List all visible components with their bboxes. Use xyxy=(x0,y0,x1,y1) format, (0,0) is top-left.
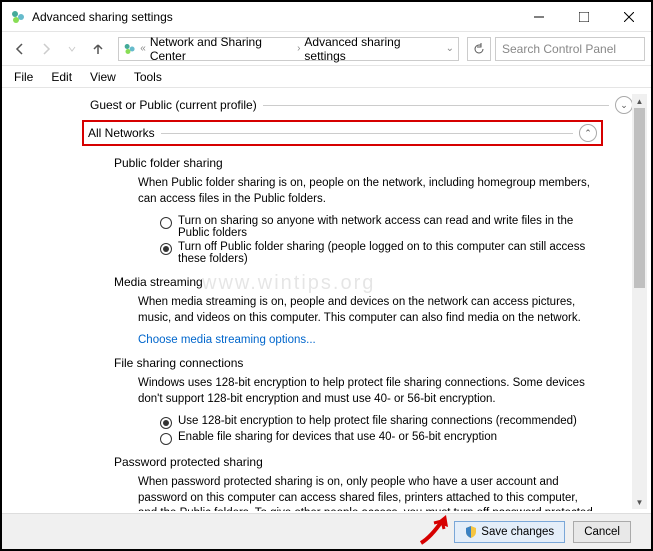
refresh-button[interactable] xyxy=(467,37,491,61)
scroll-down-icon[interactable]: ▼ xyxy=(632,495,647,509)
back-button[interactable] xyxy=(8,37,32,61)
breadcrumb-item[interactable]: Advanced sharing settings xyxy=(304,35,437,63)
breadcrumb-item[interactable]: Network and Sharing Center xyxy=(150,35,293,63)
file-sharing-connections-desc: Windows uses 128-bit encryption to help … xyxy=(138,376,593,407)
vertical-scrollbar[interactable]: ▲ ▼ xyxy=(632,94,647,509)
chevron-up-icon[interactable]: ⌃ xyxy=(579,124,597,142)
media-streaming-desc: When media streaming is on, people and d… xyxy=(138,295,593,326)
window-title: Advanced sharing settings xyxy=(32,10,516,24)
up-button[interactable] xyxy=(86,37,110,61)
radio-40-56bit[interactable]: Enable file sharing for devices that use… xyxy=(160,431,593,445)
save-changes-button[interactable]: Save changes xyxy=(454,521,565,543)
file-sharing-connections-heading: File sharing connections xyxy=(114,356,633,370)
scrollbar-thumb[interactable] xyxy=(634,108,645,288)
media-streaming-link[interactable]: Choose media streaming options... xyxy=(138,334,633,346)
media-streaming-heading: Media streaming xyxy=(114,275,633,289)
minimize-button[interactable] xyxy=(516,2,561,32)
radio-icon xyxy=(160,217,172,229)
control-panel-icon xyxy=(123,42,136,56)
close-button[interactable] xyxy=(606,2,651,32)
menu-file[interactable]: File xyxy=(6,68,41,86)
radio-icon xyxy=(160,433,172,445)
radio-selected-icon xyxy=(160,243,172,255)
radio-128bit[interactable]: Use 128-bit encryption to help protect f… xyxy=(160,415,593,429)
cancel-button[interactable]: Cancel xyxy=(573,521,631,543)
chevron-down-icon[interactable]: ⌄ xyxy=(615,96,633,114)
titlebar: Advanced sharing settings xyxy=(2,2,651,32)
control-panel-icon xyxy=(10,9,26,25)
forward-button[interactable] xyxy=(34,37,58,61)
public-folder-sharing-desc: When Public folder sharing is on, people… xyxy=(138,176,593,207)
section-guest-public[interactable]: Guest or Public (current profile) ⌄ xyxy=(90,96,633,114)
breadcrumb[interactable]: « Network and Sharing Center › Advanced … xyxy=(118,37,459,61)
scroll-up-icon[interactable]: ▲ xyxy=(632,94,647,108)
chevron-down-icon[interactable]: ⌄ xyxy=(446,43,454,54)
content-pane: Guest or Public (current profile) ⌄ All … xyxy=(2,92,651,511)
password-protected-sharing-desc: When password protected sharing is on, o… xyxy=(138,475,593,511)
public-folder-sharing-heading: Public folder sharing xyxy=(114,156,633,170)
chevron-icon: › xyxy=(297,43,300,54)
recent-dropdown[interactable] xyxy=(60,37,84,61)
radio-pfs-on[interactable]: Turn on sharing so anyone with network a… xyxy=(160,215,593,239)
footer: Save changes Cancel xyxy=(2,513,651,549)
password-protected-sharing-heading: Password protected sharing xyxy=(114,455,633,469)
maximize-button[interactable] xyxy=(561,2,606,32)
menu-edit[interactable]: Edit xyxy=(43,68,80,86)
menu-view[interactable]: View xyxy=(82,68,124,86)
chevron-icon: « xyxy=(140,43,146,54)
section-all-networks[interactable]: All Networks ⌃ xyxy=(82,120,603,146)
radio-pfs-off[interactable]: Turn off Public folder sharing (people l… xyxy=(160,241,593,265)
search-input[interactable]: Search Control Panel xyxy=(495,37,645,61)
menu-tools[interactable]: Tools xyxy=(126,68,170,86)
menubar: File Edit View Tools xyxy=(2,66,651,88)
shield-icon xyxy=(465,526,477,538)
radio-selected-icon xyxy=(160,417,172,429)
navbar: « Network and Sharing Center › Advanced … xyxy=(2,32,651,66)
